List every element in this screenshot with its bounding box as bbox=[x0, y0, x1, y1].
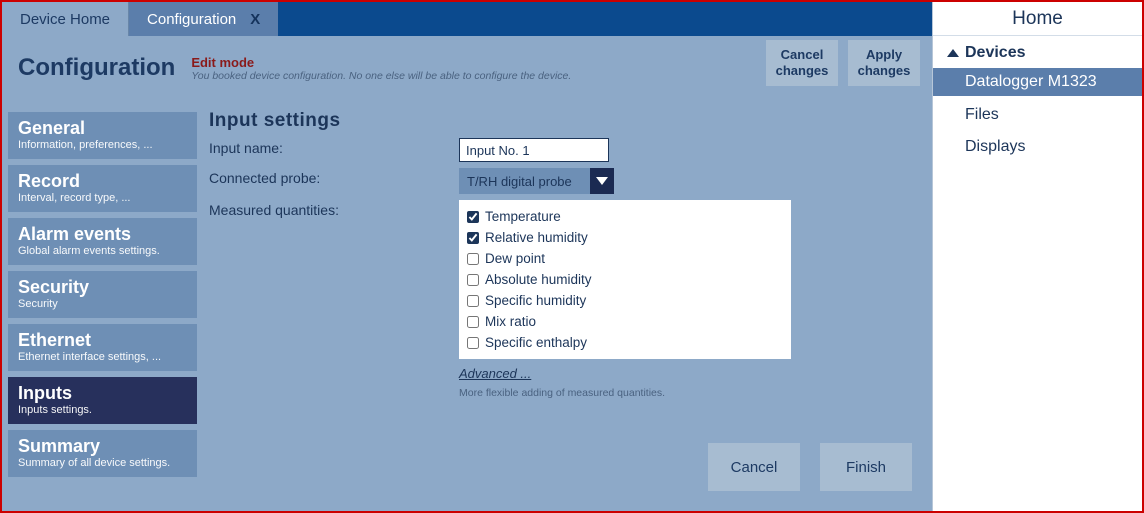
caret-up-icon bbox=[947, 49, 959, 57]
sidebar-item-subtitle: Security bbox=[18, 298, 187, 310]
cancel-button[interactable]: Cancel bbox=[708, 443, 800, 491]
sidebar-item-title: Alarm events bbox=[18, 224, 187, 245]
quantity-row[interactable]: Dew point bbox=[467, 248, 791, 269]
measured-quantities-label: Measured quantities: bbox=[209, 200, 459, 218]
quantity-label: Relative humidity bbox=[485, 230, 588, 245]
sidebar-item-subtitle: Inputs settings. bbox=[18, 404, 187, 416]
tab-device-home[interactable]: Device Home bbox=[2, 2, 129, 36]
quantity-label: Temperature bbox=[485, 209, 561, 224]
sidebar-item-title: Record bbox=[18, 171, 187, 192]
chevron-down-icon bbox=[590, 168, 614, 194]
sidebar-item-subtitle: Global alarm events settings. bbox=[18, 245, 187, 257]
sidebar-item-subtitle: Information, preferences, ... bbox=[18, 139, 187, 151]
quantity-row[interactable]: Specific humidity bbox=[467, 290, 791, 311]
close-tab-icon[interactable]: X bbox=[250, 11, 260, 28]
quantity-label: Mix ratio bbox=[485, 314, 536, 329]
apply-changes-button[interactable]: Apply changes bbox=[848, 40, 920, 86]
panel-title: Input settings bbox=[209, 110, 922, 132]
quantity-row[interactable]: Specific enthalpy bbox=[467, 332, 791, 353]
connected-probe-label: Connected probe: bbox=[209, 168, 459, 186]
quantity-checkbox[interactable] bbox=[467, 274, 479, 286]
top-tab-bar: Device Home Configuration X bbox=[2, 2, 932, 36]
sidebar-item-subtitle: Interval, record type, ... bbox=[18, 192, 187, 204]
sidebar-item-alarm-events[interactable]: Alarm eventsGlobal alarm events settings… bbox=[8, 218, 197, 265]
edit-mode-block: Edit mode You booked device configuratio… bbox=[191, 55, 571, 82]
nav-files[interactable]: Files bbox=[933, 96, 1142, 128]
tab-device-home-label: Device Home bbox=[20, 11, 110, 28]
connected-probe-value: T/RH digital probe bbox=[459, 174, 590, 189]
sidebar-item-title: Summary bbox=[18, 436, 187, 457]
advanced-subtitle: More flexible adding of measured quantit… bbox=[459, 387, 665, 399]
sidebar-item-title: Inputs bbox=[18, 383, 187, 404]
quantity-row[interactable]: Mix ratio bbox=[467, 311, 791, 332]
quantity-label: Absolute humidity bbox=[485, 272, 592, 287]
quantity-checkbox[interactable] bbox=[467, 316, 479, 328]
config-header: Configuration Edit mode You booked devic… bbox=[2, 36, 932, 96]
quantity-checkbox[interactable] bbox=[467, 337, 479, 349]
input-settings-panel: Input settings Input name: Connected pro… bbox=[197, 96, 932, 511]
sidebar-item-general[interactable]: GeneralInformation, preferences, ... bbox=[8, 112, 197, 159]
tab-configuration-label: Configuration bbox=[147, 11, 236, 28]
sidebar-item-record[interactable]: RecordInterval, record type, ... bbox=[8, 165, 197, 212]
nav-displays[interactable]: Displays bbox=[933, 128, 1142, 160]
edit-mode-title: Edit mode bbox=[191, 55, 571, 70]
input-name-field[interactable] bbox=[459, 138, 609, 162]
cancel-changes-button[interactable]: Cancel changes bbox=[766, 40, 838, 86]
sidebar-item-title: Security bbox=[18, 277, 187, 298]
quantity-label: Dew point bbox=[485, 251, 545, 266]
nav-home[interactable]: Home bbox=[933, 2, 1142, 36]
advanced-link[interactable]: Advanced ... bbox=[459, 366, 531, 381]
sidebar-item-title: Ethernet bbox=[18, 330, 187, 351]
sidebar-item-subtitle: Summary of all device settings. bbox=[18, 457, 187, 469]
selected-device[interactable]: Datalogger M1323 bbox=[933, 68, 1142, 96]
quantity-row[interactable]: Relative humidity bbox=[467, 227, 791, 248]
sidebar-item-title: General bbox=[18, 118, 187, 139]
quantity-label: Specific humidity bbox=[485, 293, 586, 308]
nav-devices-label: Devices bbox=[965, 44, 1026, 62]
quantity-label: Specific enthalpy bbox=[485, 335, 587, 350]
sidebar-item-inputs[interactable]: InputsInputs settings. bbox=[8, 377, 197, 424]
connected-probe-select[interactable]: T/RH digital probe bbox=[459, 168, 614, 194]
input-name-label: Input name: bbox=[209, 138, 459, 156]
quantity-checkbox[interactable] bbox=[467, 211, 479, 223]
device-tree-panel: Home Devices Datalogger M1323 Files Disp… bbox=[932, 2, 1142, 511]
quantity-checkbox[interactable] bbox=[467, 295, 479, 307]
page-title: Configuration bbox=[18, 54, 175, 82]
nav-devices[interactable]: Devices bbox=[933, 36, 1142, 68]
quantity-row[interactable]: Temperature bbox=[467, 206, 791, 227]
sidebar-item-security[interactable]: SecuritySecurity bbox=[8, 271, 197, 318]
quantity-row[interactable]: Absolute humidity bbox=[467, 269, 791, 290]
sidebar-item-subtitle: Ethernet interface settings, ... bbox=[18, 351, 187, 363]
quantity-checkbox[interactable] bbox=[467, 232, 479, 244]
tab-configuration[interactable]: Configuration X bbox=[129, 2, 278, 36]
quantity-checkbox[interactable] bbox=[467, 253, 479, 265]
measured-quantities-box: Temperature Relative humidity Dew point Abs… bbox=[459, 200, 791, 359]
finish-button[interactable]: Finish bbox=[820, 443, 912, 491]
sidebar-item-summary[interactable]: SummarySummary of all device settings. bbox=[8, 430, 197, 477]
edit-mode-subtitle: You booked device configuration. No one … bbox=[191, 70, 571, 82]
config-sidebar: GeneralInformation, preferences, ... Reco… bbox=[2, 96, 197, 511]
sidebar-item-ethernet[interactable]: EthernetEthernet interface settings, ... bbox=[8, 324, 197, 371]
